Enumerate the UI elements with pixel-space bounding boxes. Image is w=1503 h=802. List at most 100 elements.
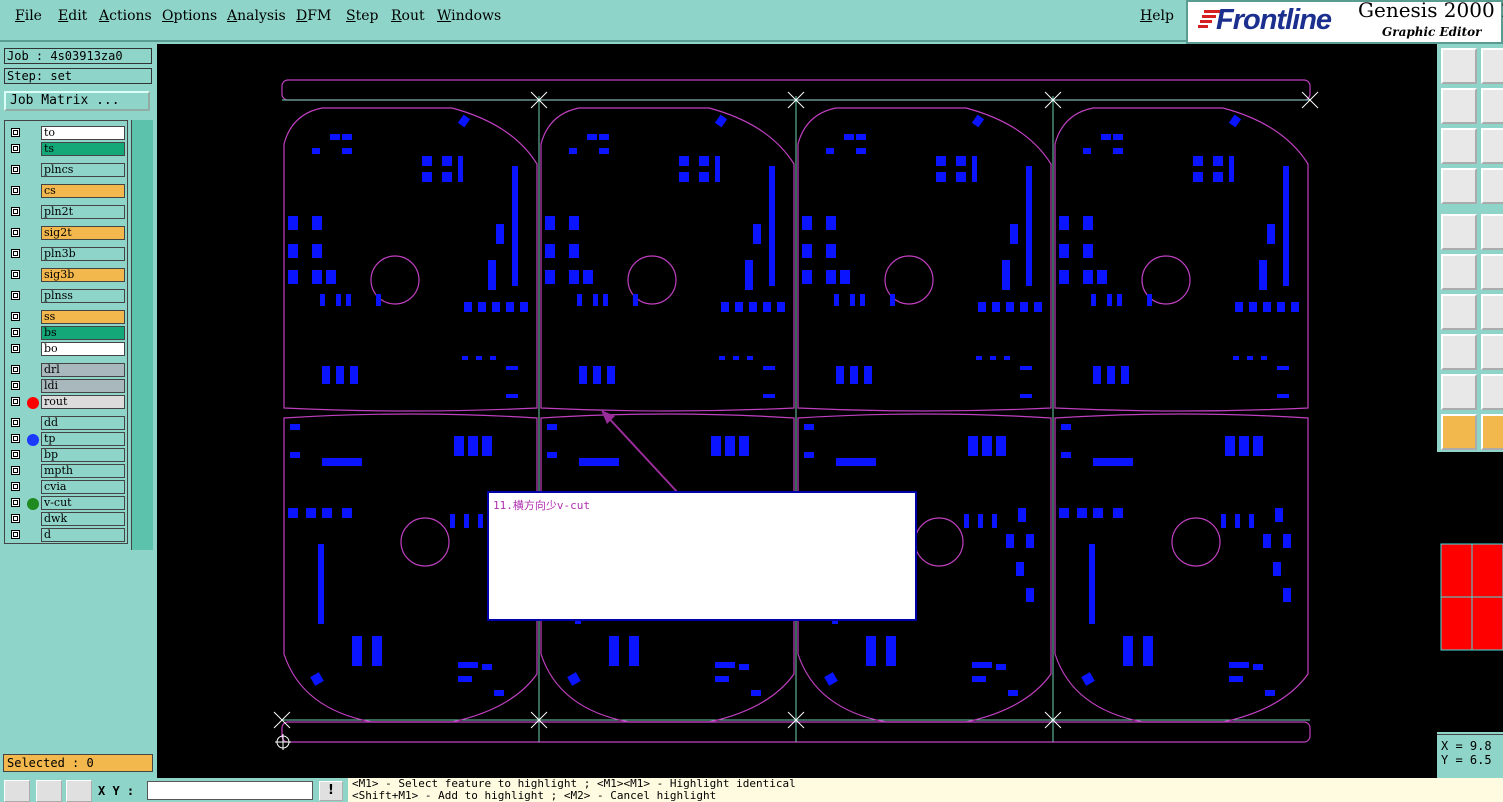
menu-edit[interactable]: Edit bbox=[58, 8, 87, 24]
menu-dfm[interactable]: DFM bbox=[296, 8, 331, 24]
menu-file[interactable]: File bbox=[15, 8, 42, 24]
layer-row-ldi[interactable]: ldi bbox=[7, 379, 127, 394]
line-add-icon[interactable] bbox=[1481, 214, 1503, 250]
layer-row-sig2t[interactable]: sig2t bbox=[7, 226, 127, 241]
move-icon[interactable] bbox=[1441, 334, 1477, 370]
layer-checkbox[interactable] bbox=[11, 397, 20, 406]
layer-row-plnss[interactable]: plnss bbox=[7, 289, 127, 304]
layer-row-v-cut[interactable]: v-cut bbox=[7, 496, 127, 511]
layer-checkbox[interactable] bbox=[11, 498, 20, 507]
layer-row-bs[interactable]: bs bbox=[7, 326, 127, 341]
layer-checkbox[interactable] bbox=[11, 128, 20, 137]
triangle-alt-icon[interactable] bbox=[1481, 374, 1503, 410]
slash-icon[interactable] bbox=[1481, 294, 1503, 330]
layer-row-pln3b[interactable]: pln3b bbox=[7, 247, 127, 262]
layer-checkbox[interactable] bbox=[11, 228, 20, 237]
layer-name[interactable]: mpth bbox=[41, 464, 125, 478]
layer-name[interactable]: plnss bbox=[41, 289, 125, 303]
layer-checkbox[interactable] bbox=[11, 328, 20, 337]
layer-name[interactable]: ss bbox=[41, 310, 125, 324]
layer-row-bo[interactable]: bo bbox=[7, 342, 127, 357]
layer-checkbox[interactable] bbox=[11, 450, 20, 459]
zoom-home-icon[interactable] bbox=[1441, 128, 1477, 164]
layer-row-pln2t[interactable]: pln2t bbox=[7, 205, 127, 220]
menu-step[interactable]: Step bbox=[346, 8, 378, 24]
layer-row-dwk[interactable]: dwk bbox=[7, 512, 127, 527]
layer-checkbox[interactable] bbox=[11, 530, 20, 539]
menu-rout[interactable]: Rout bbox=[391, 8, 425, 24]
layer-name[interactable]: bo bbox=[41, 342, 125, 356]
layer-checkbox[interactable] bbox=[11, 165, 20, 174]
measure-icon[interactable] bbox=[1441, 168, 1477, 204]
layer-row-drl[interactable]: drl bbox=[7, 363, 127, 378]
layer-name[interactable]: drl bbox=[41, 363, 125, 377]
layer-name[interactable]: ts bbox=[41, 142, 125, 156]
angle-icon[interactable] bbox=[36, 780, 62, 802]
zoom-corner-icon[interactable] bbox=[4, 780, 30, 802]
layer-checkbox[interactable] bbox=[11, 418, 20, 427]
layer-name[interactable]: sig3b bbox=[41, 268, 125, 282]
layer-checkbox[interactable] bbox=[11, 344, 20, 353]
triangle-icon[interactable] bbox=[1441, 374, 1477, 410]
layer-name[interactable]: bp bbox=[41, 448, 125, 462]
layer-row-d[interactable]: d bbox=[7, 528, 127, 543]
snapshot-icon[interactable] bbox=[1441, 48, 1477, 84]
layer-name[interactable]: d bbox=[41, 528, 125, 542]
layer-checkbox[interactable] bbox=[11, 381, 20, 390]
xy-input[interactable] bbox=[147, 781, 313, 800]
layer-name[interactable]: pln2t bbox=[41, 205, 125, 219]
menu-actions[interactable]: Actions bbox=[99, 8, 152, 24]
layer-row-cvia[interactable]: cvia bbox=[7, 480, 127, 495]
layer-name[interactable]: to bbox=[41, 126, 125, 140]
job-matrix-button[interactable]: Job Matrix ... bbox=[4, 91, 150, 111]
layer-name[interactable]: v-cut bbox=[41, 496, 125, 510]
layer-checkbox[interactable] bbox=[11, 207, 20, 216]
zoom-back-icon[interactable] bbox=[1441, 88, 1477, 124]
menu-options[interactable]: Options bbox=[162, 8, 217, 24]
layer-row-plncs[interactable]: plncs bbox=[7, 163, 127, 178]
menu-windows[interactable]: Windows bbox=[437, 8, 501, 24]
layer-name[interactable]: dd bbox=[41, 416, 125, 430]
layer-checkbox[interactable] bbox=[11, 482, 20, 491]
graphic-canvas[interactable]: 11.横方向少v-cut bbox=[157, 44, 1437, 778]
layer-checkbox[interactable] bbox=[11, 291, 20, 300]
layer-row-to[interactable]: to bbox=[7, 126, 127, 141]
menu-analysis[interactable]: Analysis bbox=[227, 8, 286, 24]
grid-icon[interactable] bbox=[1481, 168, 1503, 204]
window-icon[interactable] bbox=[1481, 48, 1503, 84]
layer-name[interactable]: sig2t bbox=[41, 226, 125, 240]
layer-checkbox[interactable] bbox=[11, 434, 20, 443]
layer-name[interactable]: tp bbox=[41, 432, 125, 446]
layer-row-dd[interactable]: dd bbox=[7, 416, 127, 431]
layer-row-bp[interactable]: bp bbox=[7, 448, 127, 463]
layer-checkbox[interactable] bbox=[11, 270, 20, 279]
layer-row-ss[interactable]: ss bbox=[7, 310, 127, 325]
layer-row-tp[interactable]: tp bbox=[7, 432, 127, 447]
layer-row-mpth[interactable]: mpth bbox=[7, 464, 127, 479]
layer-list-scrollbar[interactable] bbox=[131, 120, 153, 550]
layer-row-cs[interactable]: cs bbox=[7, 184, 127, 199]
layer-name[interactable]: bs bbox=[41, 326, 125, 340]
layer-checkbox[interactable] bbox=[11, 312, 20, 321]
layer-checkbox[interactable] bbox=[11, 249, 20, 258]
comment-note[interactable]: 11.横方向少v-cut bbox=[487, 491, 917, 621]
snap-grid-icon[interactable] bbox=[66, 780, 92, 802]
connect-icon[interactable] bbox=[1441, 254, 1477, 290]
layer-checkbox[interactable] bbox=[11, 365, 20, 374]
layer-row-ts[interactable]: ts bbox=[7, 142, 127, 157]
layer-checkbox[interactable] bbox=[11, 144, 20, 153]
layer-name[interactable]: pln3b bbox=[41, 247, 125, 261]
select-pointer-icon[interactable] bbox=[1441, 414, 1477, 450]
zoom-area-icon[interactable] bbox=[1481, 128, 1503, 164]
layer-name[interactable]: dwk bbox=[41, 512, 125, 526]
layer-name[interactable]: cs bbox=[41, 184, 125, 198]
info-button[interactable]: ! bbox=[319, 781, 343, 801]
pad-add-icon[interactable] bbox=[1441, 214, 1477, 250]
layer-row-sig3b[interactable]: sig3b bbox=[7, 268, 127, 283]
layer-checkbox[interactable] bbox=[11, 186, 20, 195]
panel-preview[interactable] bbox=[1437, 452, 1503, 732]
select-box-icon[interactable] bbox=[1481, 414, 1503, 450]
layer-name[interactable]: ldi bbox=[41, 379, 125, 393]
layer-name[interactable]: cvia bbox=[41, 480, 125, 494]
layer-checkbox[interactable] bbox=[11, 466, 20, 475]
